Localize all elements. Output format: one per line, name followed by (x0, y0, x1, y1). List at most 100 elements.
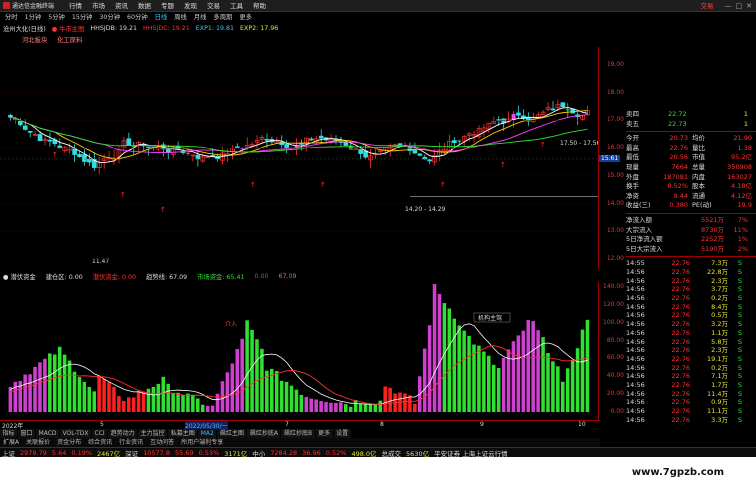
indicator-tab[interactable]: 主力监控 (138, 429, 168, 438)
tick-price: 22.76 (671, 415, 690, 424)
flow-value: 5521万 (700, 215, 724, 224)
indicator-tab[interactable]: 窗口 (18, 429, 36, 438)
chart-mode[interactable]: ● 牛市主图 (52, 24, 85, 33)
sh-percent: 0.19% (71, 448, 93, 457)
broker-name[interactable]: 平安证券 上海上证云行情 (434, 448, 508, 458)
menu-item-trade[interactable]: 交易 (202, 0, 225, 12)
period-tab[interactable]: 60分钟 (124, 12, 151, 23)
quote-label: 总量 (692, 162, 705, 171)
indicator-bar (107, 381, 111, 412)
zx-label[interactable]: 中小 (252, 448, 265, 458)
period-tab[interactable]: 月线 (191, 12, 210, 23)
period-tab[interactable]: 5分钟 (45, 12, 68, 23)
menu-item-market[interactable]: 市场 (87, 0, 110, 12)
indicator-bar (358, 403, 363, 412)
sector-tag[interactable]: 化工原料 (57, 35, 82, 46)
bottom-tab[interactable]: 所用户端利专享 (178, 438, 226, 447)
bottom-tab[interactable]: 行业资讯 (116, 438, 146, 447)
indicator-bar (329, 402, 333, 412)
indicator-tab[interactable]: 设置 (333, 429, 351, 438)
period-tab[interactable]: 周线 (171, 12, 190, 23)
tick-side: S (737, 302, 742, 311)
tick-time: 14:56 (626, 328, 645, 337)
menu-item-news[interactable]: 资讯 (110, 0, 133, 12)
tick-price: 22.76 (671, 380, 690, 389)
minimize-icon[interactable]: — (725, 2, 732, 10)
date-tick-label: 7 (285, 421, 289, 428)
indicator-tab[interactable]: 飙红主图 (217, 429, 247, 438)
bottom-tab[interactable]: 综合资讯 (85, 438, 115, 447)
indicator-tab[interactable]: 飙红抄底B (281, 429, 315, 438)
period-tab[interactable]: 更多 (236, 12, 255, 23)
quote-value: 7664 (671, 162, 688, 171)
indicator-tab[interactable]: MACD (36, 429, 60, 438)
trade-button[interactable]: 交易 (696, 0, 719, 12)
indicator-bar (235, 349, 240, 412)
menu-item-quote[interactable]: 行情 (64, 0, 87, 12)
indicator-tab[interactable]: 私募主图 (168, 429, 198, 438)
tick-price: 22.76 (671, 389, 690, 398)
indicator-axis: 140.00 120.00 100.00 80.00 60.00 40.00 20.00 0.… (598, 282, 626, 420)
indicator-tick-label: 40.00 (606, 372, 624, 380)
period-tab[interactable]: 30分钟 (96, 12, 123, 23)
bottom-tab[interactable]: 资金分布 (54, 438, 84, 447)
period-tab[interactable]: 1分钟 (22, 12, 45, 23)
candle-body (72, 148, 77, 155)
indicator-bar (294, 389, 299, 412)
order-book-row[interactable]: 卖四 22.72 1 (626, 110, 756, 120)
indicator-bar (408, 395, 412, 412)
tick-price: 22.76 (671, 354, 690, 363)
bottom-tab[interactable]: 扩展A (0, 438, 22, 447)
tick-time: 14:56 (626, 398, 645, 407)
period-tab[interactable]: 分时 (2, 12, 21, 23)
indicator-chart[interactable]: 机构主驾介入 (0, 282, 598, 420)
tick-volume: 2.3万 (711, 276, 728, 285)
quote-value: 19.9 (737, 201, 752, 210)
indicator-bar (279, 380, 284, 412)
sector-tag[interactable]: 河北板块 (22, 35, 47, 46)
tick-volume: 11.4万 (707, 389, 728, 398)
indicator-tick-label: 140.00 (603, 283, 624, 290)
indicator-bar (546, 353, 550, 412)
bottom-tab[interactable]: 互动问答 (147, 438, 177, 447)
sh-label[interactable]: 上证 (2, 448, 15, 458)
current-price-label: 15.61 (599, 154, 621, 162)
maximize-icon[interactable]: □ (736, 2, 743, 10)
quote-row: 现量 7664 总量 350908 (626, 163, 756, 173)
indicator-bar (413, 403, 417, 412)
entry-mark: 介入 (225, 321, 237, 328)
buy-arrow-icon: ↑ (540, 141, 546, 149)
price-range-annotation: 17.50 - 17.56 (560, 140, 598, 147)
tick-side: S (737, 372, 742, 381)
period-tab[interactable]: 15分钟 (69, 12, 96, 23)
period-tab[interactable]: 日线 (152, 12, 171, 23)
candle-body (18, 120, 23, 126)
candle-body (422, 156, 428, 160)
indicator-name[interactable]: ● 潜伏资金 (3, 272, 36, 281)
indicator-tab[interactable]: 更多 (315, 429, 333, 438)
period-tab[interactable]: 多周期 (210, 12, 235, 23)
indicator-bar (57, 346, 62, 412)
bottom-tab[interactable]: 关联报价 (23, 438, 53, 447)
menu-item-topic[interactable]: 专题 (156, 0, 179, 12)
menu-item-help[interactable]: 帮助 (248, 0, 271, 12)
menu-item-tools[interactable]: 工具 (225, 0, 248, 12)
indicator-tab[interactable]: 指标 (0, 429, 18, 438)
indicator-tab[interactable]: MA2 (198, 429, 217, 438)
fund-flow-row: 大宗流入 8730万 11% (626, 226, 756, 236)
menu-item-discover[interactable]: 发现 (179, 0, 202, 12)
flow-label: 净流入额 (626, 215, 652, 224)
indicator-tab[interactable]: 飙红抄底A (247, 429, 281, 438)
order-book-row[interactable]: 卖五 22.73 1 (626, 120, 756, 130)
indicator-bar (72, 371, 77, 412)
close-icon[interactable]: ✕ (746, 2, 752, 10)
indicator-tab[interactable]: VOL-TDX (60, 429, 91, 438)
menu-item-data[interactable]: 数据 (133, 0, 156, 12)
sz-label[interactable]: 深证 (125, 448, 138, 458)
indicator-tab[interactable]: CCI (92, 429, 108, 438)
stock-name[interactable]: 沧州大化(日线) (3, 24, 46, 33)
quote-value: 1.38 (737, 143, 752, 152)
candlestick-chart[interactable]: 17.50 - 17.5614.20 - 14.2911.47↑↑↑↑ ↑ ↑↑↑ (0, 47, 598, 269)
indicator-tab[interactable]: 趋势动力 (108, 429, 138, 438)
tick-time: 14:56 (626, 346, 645, 355)
